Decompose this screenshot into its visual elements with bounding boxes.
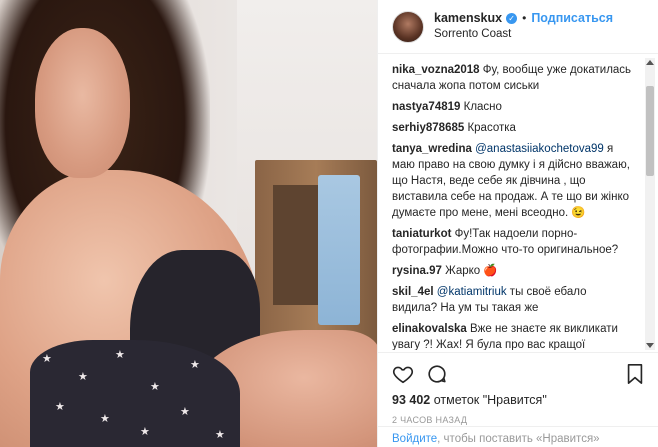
star-icon: ★	[55, 400, 65, 413]
instagram-post: ★ ★ ★ ★ ★ ★ ★ ★ ★ ★ kamenskux ✓ • Подпис…	[0, 0, 658, 447]
likes-count[interactable]: 93 402 отметок "Нравится"	[392, 393, 645, 407]
comment-item: elinakovalska Вже не знаєте як викликати…	[392, 321, 632, 350]
star-icon: ★	[190, 358, 200, 371]
star-icon: ★	[140, 425, 150, 438]
comment-username[interactable]: elinakovalska	[392, 323, 467, 335]
comment-item: nika_vozna2018 Фу, вообще уже докатилась…	[392, 62, 632, 94]
comment-mention[interactable]: @anastasiiakochetova99	[472, 143, 604, 155]
comment-text: Класно	[460, 101, 502, 113]
comment-text: Жарко 🍎	[441, 265, 498, 277]
post-photo[interactable]: ★ ★ ★ ★ ★ ★ ★ ★ ★ ★	[0, 0, 377, 447]
comment-icon[interactable]	[426, 363, 448, 385]
comment-text: Красотка	[464, 122, 516, 134]
post-sidebar: kamenskux ✓ • Подписаться Sorrento Coast…	[377, 0, 658, 447]
star-icon: ★	[150, 380, 160, 393]
photo-star-dress: ★ ★ ★ ★ ★ ★ ★ ★ ★ ★	[30, 340, 240, 447]
separator-dot: •	[522, 11, 527, 26]
post-actions: 93 402 отметок "Нравится" 2 часов назад	[378, 352, 658, 425]
likes-number: 93 402	[392, 393, 431, 407]
photo-towel	[318, 175, 360, 325]
scroll-up-arrow-icon[interactable]	[646, 60, 654, 65]
scroll-down-arrow-icon[interactable]	[646, 343, 654, 348]
scrollbar-thumb[interactable]	[646, 86, 654, 176]
avatar[interactable]	[392, 10, 424, 43]
star-icon: ★	[180, 405, 190, 418]
star-icon: ★	[215, 428, 225, 441]
comment-item: rysina.97 Жарко 🍎	[392, 263, 632, 279]
star-icon: ★	[115, 348, 125, 361]
location-link[interactable]: Sorrento Coast	[434, 28, 613, 42]
login-link[interactable]: Войдите	[392, 433, 437, 445]
login-prompt: Войдите, чтобы поставить «Нравится»	[378, 426, 658, 447]
comment-item: skil_4el @katiamitriuk ты своё ебало вид…	[392, 284, 632, 316]
comments-scrollbar[interactable]	[645, 58, 655, 350]
comment-item: tanya_wredina @anastasiiakochetova99 я м…	[392, 141, 632, 221]
username-link[interactable]: kamenskux	[434, 11, 502, 26]
action-icons	[392, 359, 645, 389]
comment-item: taniaturkot Фу!Так надоели порно-фотогра…	[392, 226, 632, 258]
comment-username[interactable]: skil_4el	[392, 286, 434, 298]
post-timestamp[interactable]: 2 часов назад	[392, 415, 645, 425]
comment-item: serhiy878685 Красотка	[392, 120, 632, 136]
verified-badge-icon: ✓	[506, 13, 518, 25]
comment-username[interactable]: serhiy878685	[392, 122, 464, 134]
comment-username[interactable]: rysina.97	[392, 265, 442, 277]
star-icon: ★	[100, 412, 110, 425]
comment-username[interactable]: taniaturkot	[392, 228, 451, 240]
follow-button[interactable]: Подписаться	[531, 11, 613, 26]
login-prompt-text: , чтобы поставить «Нравится»	[437, 433, 600, 445]
comment-mention[interactable]: @katiamitriuk	[434, 286, 507, 298]
post-header: kamenskux ✓ • Подписаться Sorrento Coast	[378, 0, 658, 54]
star-icon: ★	[78, 370, 88, 383]
comment-username[interactable]: tanya_wredina	[392, 143, 472, 155]
comment-item: nastya74819 Класно	[392, 99, 632, 115]
photo-face	[35, 28, 130, 178]
header-info: kamenskux ✓ • Подписаться Sorrento Coast	[434, 11, 613, 42]
comment-username[interactable]: nika_vozna2018	[392, 64, 480, 76]
comment-username[interactable]: nastya74819	[392, 101, 460, 113]
star-icon: ★	[42, 352, 52, 365]
bookmark-icon[interactable]	[625, 363, 645, 385]
heart-icon[interactable]	[392, 363, 414, 385]
likes-label: отметок "Нравится"	[430, 393, 547, 407]
comments-list[interactable]: nika_vozna2018 Фу, вообще уже докатилась…	[378, 58, 646, 350]
